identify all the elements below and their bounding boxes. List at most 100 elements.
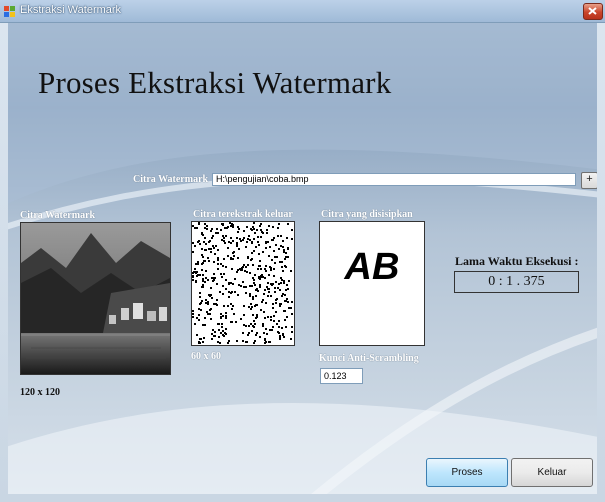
browse-button[interactable]: + <box>581 172 597 189</box>
noise-pixel <box>257 241 259 243</box>
noise-pixel <box>273 250 275 252</box>
noise-pixel <box>253 279 255 281</box>
noise-pixel <box>282 333 284 335</box>
noise-pixel <box>256 289 258 291</box>
noise-pixel <box>225 266 227 268</box>
noise-pixel <box>218 329 220 331</box>
noise-pixel <box>246 226 248 228</box>
close-button[interactable] <box>583 3 603 20</box>
noise-pixel <box>224 227 226 229</box>
noise-pixel <box>259 260 261 262</box>
noise-pixel <box>204 237 206 239</box>
noise-pixel <box>291 229 293 231</box>
noise-pixel <box>198 240 200 242</box>
noise-pixel <box>237 269 239 271</box>
noise-pixel <box>250 308 252 310</box>
noise-pixel <box>250 323 252 325</box>
noise-pixel <box>270 319 272 321</box>
noise-pixel <box>277 227 279 229</box>
noise-pixel <box>247 257 249 259</box>
noise-pixel <box>287 288 289 290</box>
noise-pixel <box>209 295 211 297</box>
noise-pixel <box>265 270 267 272</box>
noise-pixel <box>249 293 251 295</box>
noise-pixel <box>237 226 239 228</box>
noise-pixel <box>278 283 280 285</box>
noise-pixel <box>280 245 282 247</box>
noise-pixel <box>260 309 262 311</box>
noise-pixel <box>279 305 281 307</box>
noise-pixel <box>260 275 262 277</box>
noise-pixel <box>242 281 244 283</box>
noise-pixel <box>281 266 283 268</box>
noise-pixel <box>204 317 206 319</box>
noise-pixel <box>264 268 266 270</box>
noise-pixel <box>274 291 276 293</box>
title-bar[interactable]: Ekstraksi Watermark <box>0 0 605 23</box>
noise-pixel <box>283 336 285 338</box>
noise-pixel <box>238 248 240 250</box>
noise-pixel <box>198 314 200 316</box>
execution-time-value: 0 : 1 . 375 <box>454 271 579 293</box>
noise-pixel <box>265 302 267 304</box>
noise-pixel <box>222 293 224 295</box>
noise-pixel <box>245 292 247 294</box>
noise-pixel <box>197 263 199 265</box>
watermark-path-field[interactable]: H:\pengujian\coba.bmp <box>212 173 576 186</box>
noise-pixel <box>273 268 275 270</box>
exit-button[interactable]: Keluar <box>511 458 593 487</box>
noise-pixel <box>255 295 257 297</box>
noise-pixel <box>267 295 269 297</box>
noise-pixel <box>220 317 222 319</box>
noise-pixel <box>194 227 196 229</box>
noise-pixel <box>225 315 227 317</box>
noise-pixel <box>275 244 277 246</box>
noise-pixel <box>242 332 244 334</box>
key-field[interactable]: 0.123 <box>320 368 363 384</box>
noise-pixel <box>268 291 270 293</box>
noise-pixel <box>207 303 209 305</box>
noise-pixel <box>248 332 250 334</box>
noise-pixel <box>254 232 256 234</box>
noise-pixel <box>204 227 206 229</box>
noise-pixel <box>217 232 219 234</box>
noise-pixel <box>276 323 278 325</box>
noise-pixel <box>204 281 206 283</box>
noise-pixel <box>222 223 224 225</box>
noise-pixel <box>194 245 196 247</box>
noise-pixel <box>283 282 285 284</box>
noise-pixel <box>230 303 232 305</box>
noise-pixel <box>207 257 209 259</box>
watermarked-image <box>20 222 171 375</box>
noise-pixel <box>231 308 233 310</box>
process-button[interactable]: Proses <box>426 458 508 487</box>
noise-pixel <box>275 302 277 304</box>
noise-pixel <box>256 314 258 316</box>
page-title: Proses Ekstraksi Watermark <box>38 65 392 100</box>
noise-pixel <box>272 283 274 285</box>
noise-pixel <box>228 296 230 298</box>
noise-pixel <box>205 270 207 272</box>
noise-pixel <box>281 279 283 281</box>
noise-pixel <box>250 228 252 230</box>
noise-pixel <box>245 266 247 268</box>
noise-pixel <box>280 235 282 237</box>
noise-pixel <box>202 274 204 276</box>
noise-pixel <box>283 251 285 253</box>
noise-pixel <box>204 249 206 251</box>
noise-pixel <box>246 271 248 273</box>
noise-pixel <box>212 235 214 237</box>
noise-pixel <box>201 254 203 256</box>
noise-pixel <box>195 281 197 283</box>
noise-pixel <box>223 237 225 239</box>
noise-pixel <box>220 313 222 315</box>
noise-pixel <box>211 237 213 239</box>
noise-pixel <box>237 257 239 259</box>
noise-pixel <box>267 241 269 243</box>
noise-pixel <box>272 303 274 305</box>
noise-pixel <box>275 311 277 313</box>
noise-pixel <box>232 283 234 285</box>
noise-pixel <box>256 304 258 306</box>
source-image-label: Citra Watermark <box>20 210 96 221</box>
noise-pixel <box>270 295 272 297</box>
